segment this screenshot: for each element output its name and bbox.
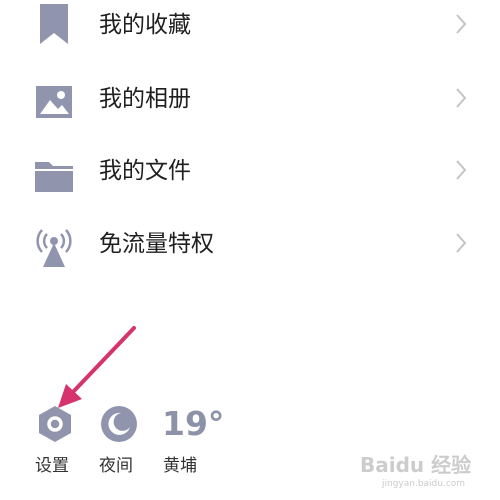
weather-temperature: 19°: [162, 404, 225, 443]
watermark-sub: jingyan.baidu.com: [382, 479, 466, 489]
settings-label: 设置: [35, 456, 69, 476]
weather-widget[interactable]: 19° 黄埔: [160, 400, 230, 480]
night-mode-button[interactable]: 夜间: [95, 400, 145, 480]
gear-icon: [35, 404, 75, 444]
watermark-main: Baidu 经验: [360, 453, 472, 477]
baidu-watermark: Baidu 经验 jingyan.baidu.com: [360, 452, 490, 497]
weather-city: 黄埔: [163, 456, 197, 476]
moon-icon: [99, 404, 139, 444]
settings-button[interactable]: 设置: [30, 400, 80, 480]
night-mode-label: 夜间: [99, 456, 133, 476]
